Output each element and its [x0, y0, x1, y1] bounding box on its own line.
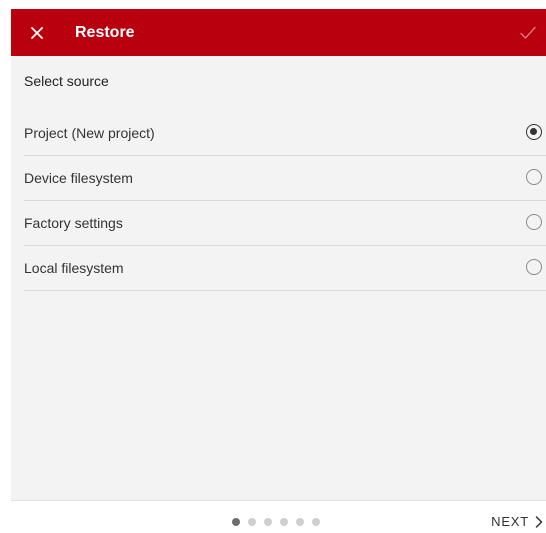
option-local-filesystem[interactable]: Local filesystem — [24, 246, 546, 291]
option-label: Factory settings — [24, 215, 123, 231]
option-device-filesystem[interactable]: Device filesystem — [24, 156, 546, 201]
dialog-title: Restore — [75, 24, 135, 41]
radio-button[interactable] — [526, 124, 542, 140]
restore-dialog: Restore Select source Project (New proje… — [11, 9, 546, 533]
option-project[interactable]: Project (New project) — [24, 111, 546, 156]
confirm-button[interactable] — [516, 21, 540, 45]
step-dot — [296, 518, 304, 526]
checkmark-icon — [520, 26, 536, 39]
step-dot — [280, 518, 288, 526]
next-button[interactable]: NEXT — [491, 514, 543, 529]
option-label: Device filesystem — [24, 170, 133, 186]
close-icon — [31, 27, 43, 39]
dialog-body: Select source Project (New project) Devi… — [11, 56, 546, 500]
section-label: Select source — [24, 73, 109, 89]
step-dot — [248, 518, 256, 526]
next-label: NEXT — [491, 514, 529, 529]
dialog-header: Restore — [11, 9, 546, 56]
step-dot — [264, 518, 272, 526]
option-factory-settings[interactable]: Factory settings — [24, 201, 546, 246]
close-button[interactable] — [25, 21, 49, 45]
source-option-list: Project (New project) Device filesystem … — [24, 111, 546, 291]
radio-button[interactable] — [526, 169, 542, 185]
option-label: Local filesystem — [24, 260, 124, 276]
step-dot — [312, 518, 320, 526]
radio-button[interactable] — [526, 259, 542, 275]
step-indicator — [232, 518, 320, 526]
option-label: Project (New project) — [24, 125, 155, 141]
dialog-footer: NEXT — [11, 500, 546, 533]
step-dot-active — [232, 518, 240, 526]
chevron-right-icon — [535, 515, 543, 528]
radio-button[interactable] — [526, 214, 542, 230]
